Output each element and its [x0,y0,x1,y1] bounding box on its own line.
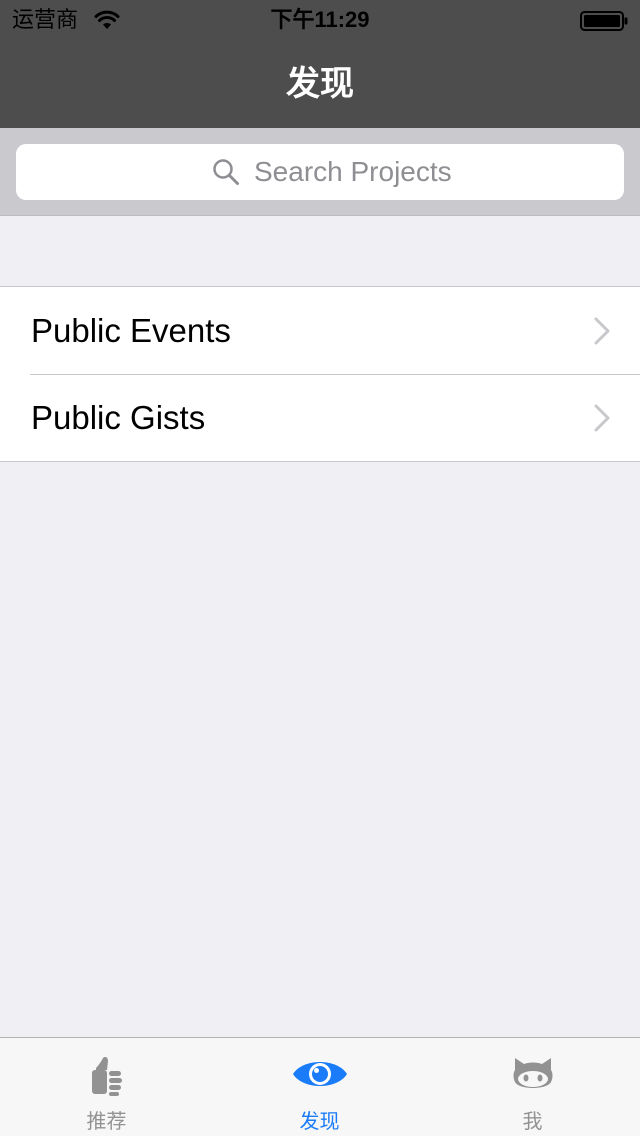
tab-me[interactable]: 我 [426,1038,639,1136]
search-icon [213,159,239,185]
tab-label: 推荐 [86,1111,127,1133]
eye-icon [292,1062,347,1086]
octocat-icon [513,1058,552,1088]
list-item-label: Public Gists [31,399,206,436]
search-field-container[interactable] [16,144,624,200]
chevron-right-icon [594,317,610,345]
battery-icon [580,11,628,31]
status-time: 下午11:29 [270,7,370,32]
thumbs-up-icon [91,1057,122,1096]
tab-bar: 推荐 发现 我 [0,1037,640,1136]
page-title: 发现 [286,65,354,103]
tab-label: 发现 [299,1111,340,1133]
search-bar [0,128,640,216]
list-item-public-gists[interactable]: Public Gists [0,374,640,461]
chevron-right-icon [594,404,610,432]
status-bar: 运营商 下午11:29 [0,0,640,40]
list-item-public-events[interactable]: Public Events [0,287,640,374]
tab-discover[interactable]: 发现 [213,1038,426,1136]
search-input[interactable] [254,144,594,200]
tab-recommend[interactable]: 推荐 [0,1038,213,1136]
discover-list: Public Events Public Gists [0,286,640,462]
list-item-label: Public Events [31,312,231,349]
navigation-bar: 发现 [0,40,640,128]
tab-label: 我 [522,1111,543,1133]
